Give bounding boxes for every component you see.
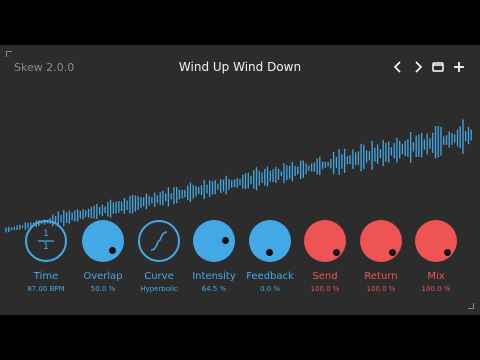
curve-knob[interactable] [138,220,180,262]
mix-knob[interactable] [415,220,457,262]
knob-indicator [222,237,229,244]
time-knob[interactable]: 1 1 [25,220,67,262]
knob-indicator [333,249,340,256]
mix-value: 100.0 % [421,285,451,293]
time-numerator: 1 [43,229,49,239]
resize-handle[interactable] [468,303,474,309]
time-denominator: 1 [43,242,49,252]
waveform-display [5,119,472,233]
window-icon[interactable] [429,59,447,75]
send-knob[interactable] [304,220,346,262]
chevron-right-icon[interactable] [409,59,427,75]
fraction-icon [38,240,54,242]
plus-icon[interactable] [450,59,468,75]
preset-name[interactable]: Wind Up Wind Down [0,60,480,74]
knob-indicator [444,249,451,256]
knob-indicator [266,249,273,256]
knob-indicator [109,247,116,254]
plugin-panel: Skew 2.0.0 Wind Up Wind Down 1 1 Time 87… [0,45,480,315]
feedback-knob[interactable] [249,220,291,262]
curve-icon [150,231,168,251]
return-knob[interactable] [360,220,402,262]
knob-indicator [389,249,396,256]
resize-corner-top-left [6,51,12,57]
chevron-left-icon[interactable] [389,59,407,75]
mix-label: Mix [427,271,445,282]
intensity-knob[interactable] [193,220,235,262]
overlap-knob[interactable] [82,220,124,262]
